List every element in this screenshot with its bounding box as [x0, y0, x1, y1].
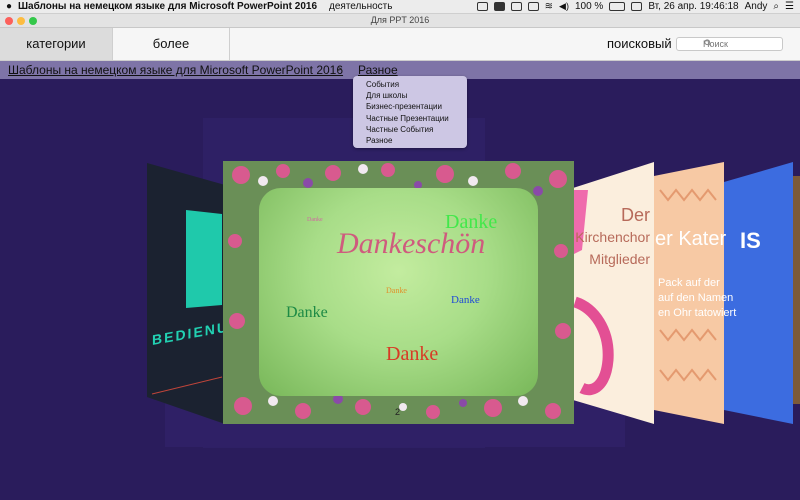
- slide-right3-title: IS: [740, 228, 761, 253]
- main-slide-preview[interactable]: Danke Dankeschön Danke Danke Danke Danke…: [223, 161, 574, 424]
- slide-page-number: 2: [395, 407, 401, 417]
- dropdown-item-misc[interactable]: Разное: [353, 135, 467, 146]
- slide-right1-text: Der Kirchenchor Mitglieder: [575, 205, 650, 267]
- dropdown-item-private-presentations[interactable]: Частные Презентации: [353, 113, 467, 124]
- slide-text-danke-green: Danke: [286, 304, 328, 321]
- slide-text-danke-orange: Danke: [386, 286, 407, 295]
- slide-text-danke-small: Danke: [307, 217, 323, 223]
- category-dropdown: События Для школы Бизнес-презентации Час…: [353, 76, 467, 148]
- dropdown-item-events[interactable]: События: [353, 79, 467, 90]
- slide-text-danke-red: Danke: [386, 343, 439, 365]
- slide-text-danke-green-light: Danke: [445, 211, 498, 233]
- slide-right2-text: Pack auf der auf den Namen en Ohr tatowi…: [658, 277, 737, 319]
- dropdown-item-private-events[interactable]: Частные События: [353, 124, 467, 135]
- slide-text-danke-blue: Danke: [451, 294, 480, 306]
- slide-right2-title: er Kater: [655, 228, 727, 250]
- dropdown-item-school[interactable]: Для школы: [353, 90, 467, 101]
- dropdown-item-business[interactable]: Бизнес-презентации: [353, 101, 467, 112]
